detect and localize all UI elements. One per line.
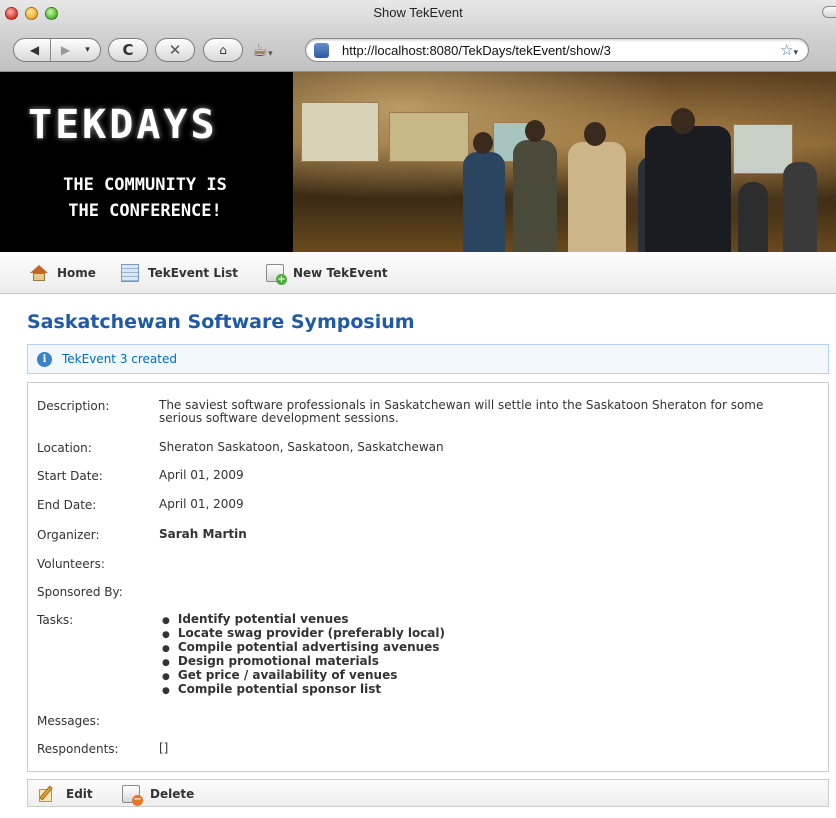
description-label: Description:	[37, 399, 110, 413]
page-title: Saskatchewan Software Symposium	[27, 311, 415, 333]
event-details-table: Description: The saviest software profes…	[27, 382, 829, 772]
task-link[interactable]: Identify potential venues	[159, 613, 799, 627]
forward-arrow-icon[interactable]: ▶	[51, 43, 81, 57]
nav-list-label[interactable]: TekEvent List	[148, 266, 238, 280]
site-tagline: THE COMMUNITY IS THE CONFERENCE!	[0, 172, 290, 224]
delete-button-label[interactable]: Delete	[150, 787, 194, 801]
edit-button[interactable]: Edit	[38, 785, 93, 803]
edit-button-label[interactable]: Edit	[66, 787, 93, 801]
window-titlebar: Show TekEvent ◀ ▶ ▾ C ✕ ⌂ ☕▾ http://loca…	[0, 0, 836, 72]
flash-message: i TekEvent 3 created	[27, 344, 829, 374]
start-date-value: April 01, 2009	[159, 468, 244, 482]
photo-person	[783, 162, 817, 252]
respondents-label: Respondents:	[37, 742, 119, 756]
photo-person	[568, 142, 626, 252]
sponsored-by-label: Sponsored By:	[37, 585, 123, 599]
home-icon	[30, 264, 48, 282]
task-link[interactable]: Compile potential sponsor list	[159, 683, 799, 697]
location-label: Location:	[37, 441, 92, 455]
photo-poster	[301, 102, 379, 162]
bookmark-cup-icon[interactable]: ☕▾	[252, 40, 286, 62]
tagline-line-1: THE COMMUNITY IS	[63, 175, 227, 195]
back-forward-buttons: ◀ ▶ ▾	[13, 38, 101, 62]
main-nav: Home TekEvent List + New TekEvent	[0, 252, 836, 294]
end-date-label: End Date:	[37, 498, 97, 512]
url-text[interactable]: http://localhost:8080/TekDays/tekEvent/s…	[342, 43, 611, 58]
back-arrow-icon[interactable]: ◀	[20, 43, 50, 57]
site-banner: TEKDAYS THE COMMUNITY IS THE CONFERENCE!	[0, 72, 836, 252]
nav-list-link[interactable]: TekEvent List	[121, 264, 238, 282]
photo-poster	[389, 112, 469, 162]
window-title: Show TekEvent	[373, 5, 463, 20]
task-link[interactable]: Design promotional materials	[159, 655, 799, 669]
flash-message-text: TekEvent 3 created	[62, 352, 177, 366]
volunteers-label: Volunteers:	[37, 557, 105, 571]
task-link[interactable]: Get price / availability of venues	[159, 669, 799, 683]
tagline-line-2: THE CONFERENCE!	[68, 201, 222, 221]
photo-person	[473, 132, 493, 154]
new-document-icon: +	[266, 264, 287, 285]
photo-person	[525, 120, 545, 142]
photo-person	[738, 182, 768, 252]
conference-photo	[293, 72, 836, 252]
site-logo: TEKDAYS	[28, 102, 218, 148]
organizer-label: Organizer:	[37, 528, 100, 542]
reload-icon: C	[122, 41, 134, 59]
photo-person	[584, 122, 606, 146]
nav-home-label[interactable]: Home	[57, 266, 96, 280]
start-date-label: Start Date:	[37, 469, 103, 483]
photo-person	[463, 152, 505, 252]
home-button[interactable]: ⌂	[203, 38, 243, 62]
respondents-value: []	[159, 741, 169, 755]
toolbar-toggle-button[interactable]	[822, 6, 836, 18]
stop-icon: ✕	[168, 41, 182, 59]
action-buttons: Edit − Delete	[27, 779, 829, 807]
list-icon	[121, 264, 139, 282]
photo-poster	[733, 124, 793, 174]
history-dropdown-icon[interactable]: ▾	[81, 45, 95, 55]
location-value: Sheraton Saskatoon, Saskatoon, Saskatche…	[159, 440, 444, 454]
bookmark-star-icon[interactable]: ☆▾	[780, 41, 798, 59]
task-link[interactable]: Compile potential advertising avenues	[159, 641, 799, 655]
photo-person	[671, 108, 695, 134]
nav-create-label[interactable]: New TekEvent	[293, 266, 388, 280]
end-date-value: April 01, 2009	[159, 497, 244, 511]
nav-create-link[interactable]: + New TekEvent	[266, 264, 388, 285]
tasks-list: Identify potential venues Locate swag pr…	[159, 613, 799, 697]
site-favicon-icon	[314, 43, 329, 58]
delete-button[interactable]: − Delete	[122, 785, 194, 806]
messages-label: Messages:	[37, 714, 100, 728]
info-icon: i	[37, 351, 52, 367]
description-value: The saviest software professionals in Sa…	[159, 398, 764, 425]
nav-home-link[interactable]: Home	[30, 264, 96, 282]
photo-person	[513, 140, 557, 252]
task-link[interactable]: Locate swag provider (preferably local)	[159, 627, 799, 641]
edit-pencil-icon	[38, 785, 56, 803]
url-bar[interactable]: http://localhost:8080/TekDays/tekEvent/s…	[305, 38, 809, 62]
stop-button[interactable]: ✕	[155, 38, 195, 62]
photo-person	[645, 126, 731, 252]
organizer-link[interactable]: Sarah Martin	[159, 528, 799, 541]
tasks-label: Tasks:	[37, 613, 74, 627]
delete-document-icon: −	[122, 785, 143, 806]
reload-button[interactable]: C	[108, 38, 148, 62]
home-icon: ⌂	[219, 43, 227, 57]
